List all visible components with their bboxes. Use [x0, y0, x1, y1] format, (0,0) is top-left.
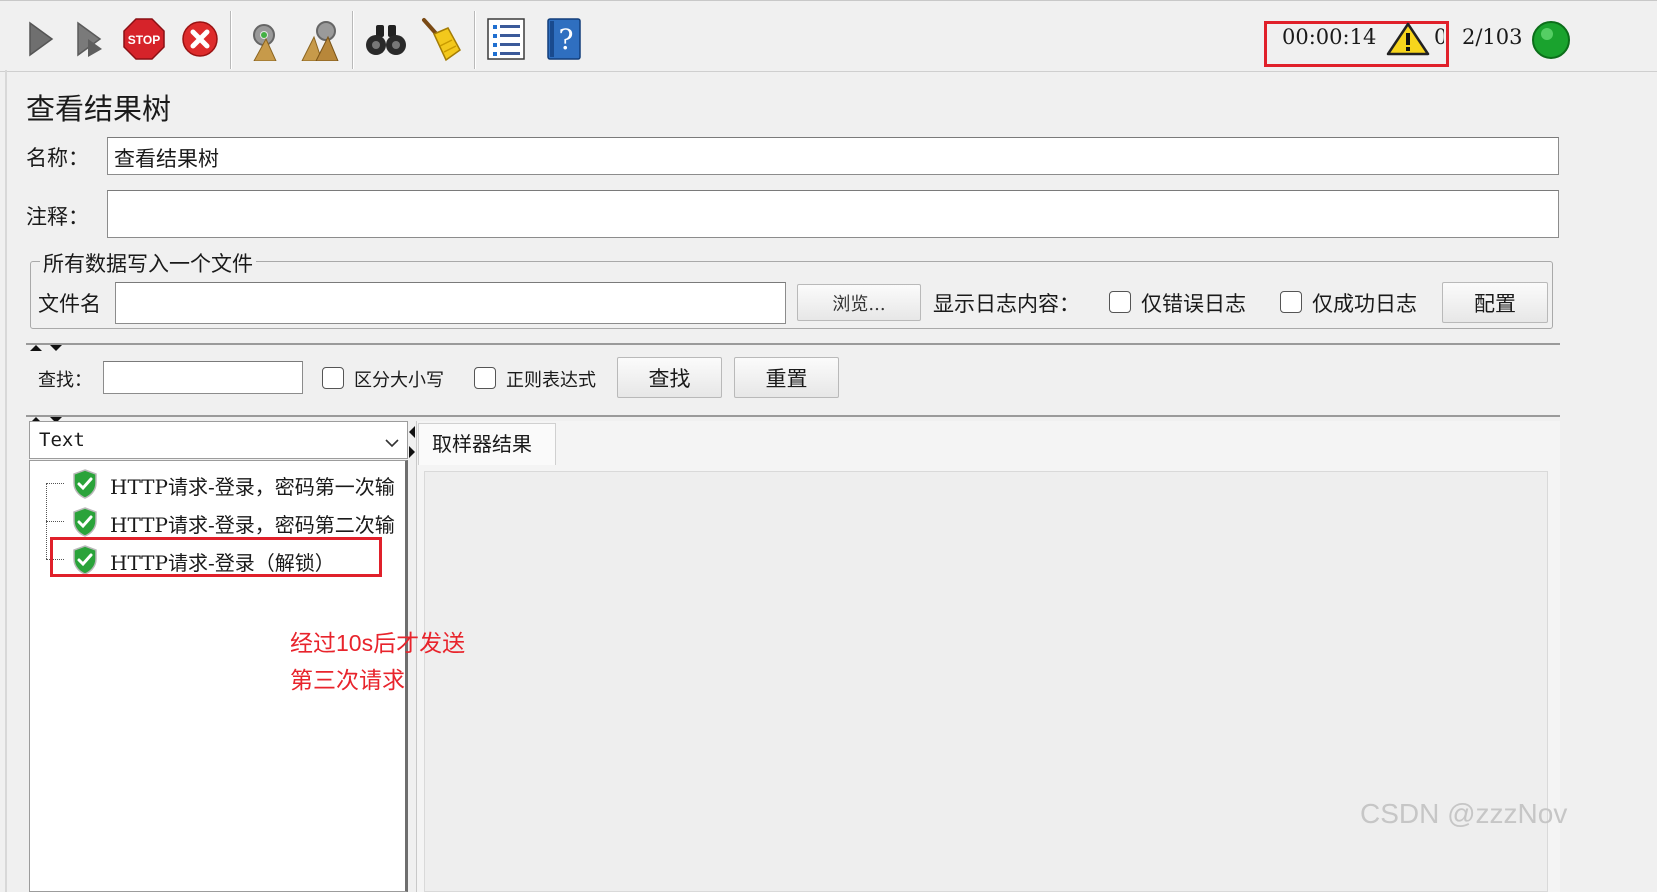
annotation-line-2: 第三次请求: [290, 667, 405, 693]
reset-search-broom-icon[interactable]: [416, 15, 464, 63]
tree-item[interactable]: HTTP请求-登录，密码第一次输: [30, 467, 405, 501]
toolbar-separator: [230, 11, 232, 69]
clear-icon[interactable]: [240, 15, 288, 63]
file-group-legend: 所有数据写入一个文件: [40, 248, 256, 278]
toolbar-separator: [474, 11, 476, 69]
chevron-down-icon[interactable]: [384, 434, 400, 453]
find-label: 查找：: [38, 370, 92, 391]
error-count: 0: [1434, 25, 1444, 49]
toolbar-separator: [352, 11, 354, 69]
name-label: 名称：: [26, 146, 89, 170]
splitter-line[interactable]: [26, 415, 1560, 417]
stop-icon[interactable]: STOP: [120, 15, 168, 63]
regex-checkbox[interactable]: [474, 367, 496, 389]
name-field-value: 查看结果树: [114, 147, 219, 171]
case-sensitive-checkbox[interactable]: [322, 367, 344, 389]
comment-field[interactable]: [107, 190, 1559, 238]
tree-item-label: HTTP请求-登录，密码第一次输: [110, 475, 395, 499]
comment-label: 注释：: [26, 205, 89, 229]
config-button[interactable]: 配置: [1442, 282, 1548, 323]
item-highlight-box: [50, 537, 382, 577]
success-only-label: 仅成功日志: [1312, 292, 1417, 316]
log-content-label: 显示日志内容：: [933, 292, 1080, 316]
filename-field[interactable]: [115, 282, 786, 324]
warning-icon[interactable]: [1386, 21, 1430, 61]
elapsed-time: 00:00:14: [1282, 25, 1377, 49]
clear-all-icon[interactable]: [296, 15, 344, 63]
watermark: CSDN @zzzNov: [1360, 798, 1568, 829]
help-icon[interactable]: ?: [540, 15, 588, 63]
split-pane-arrows[interactable]: [408, 424, 416, 460]
errors-only-label: 仅错误日志: [1141, 292, 1246, 316]
success-only-checkbox[interactable]: [1280, 291, 1302, 313]
reset-button[interactable]: 重置: [734, 357, 839, 398]
tree-item-label: HTTP请求-登录，密码第二次输: [110, 513, 395, 537]
success-shield-icon: [73, 507, 97, 537]
browse-button[interactable]: 浏览...: [797, 284, 921, 321]
toolbar: STOP ? 00:00:14 0 2/103: [0, 0, 1657, 72]
annotation-line-1: 经过10s后才发送: [290, 630, 466, 656]
success-shield-icon: [73, 469, 97, 499]
start-no-pause-icon[interactable]: [64, 15, 112, 63]
page-title: 查看结果树: [26, 92, 172, 126]
name-field[interactable]: 查看结果树: [107, 137, 1559, 175]
function-helper-icon[interactable]: [482, 15, 530, 63]
start-icon[interactable]: [14, 15, 62, 63]
svg-text:?: ?: [558, 23, 573, 56]
search-binoculars-icon[interactable]: [362, 15, 410, 63]
tab-sampler-result[interactable]: 取样器结果: [418, 423, 556, 465]
find-button[interactable]: 查找: [617, 357, 722, 398]
regex-label: 正则表达式: [506, 370, 596, 391]
running-indicator-icon: [1531, 20, 1571, 64]
svg-text:STOP: STOP: [128, 33, 160, 47]
renderer-selected-value: Text: [39, 429, 85, 451]
filename-label: 文件名: [38, 292, 101, 316]
tree-item[interactable]: HTTP请求-登录，密码第二次输: [30, 505, 405, 539]
find-input[interactable]: [103, 361, 303, 394]
case-sensitive-label: 区分大小写: [354, 370, 444, 391]
shutdown-icon[interactable]: [176, 15, 224, 63]
renderer-select[interactable]: Text: [29, 421, 408, 459]
thread-count: 2/103: [1462, 25, 1523, 49]
splitter-line[interactable]: [26, 343, 1560, 345]
panel-left-edge: [5, 70, 7, 892]
errors-only-checkbox[interactable]: [1109, 291, 1131, 313]
